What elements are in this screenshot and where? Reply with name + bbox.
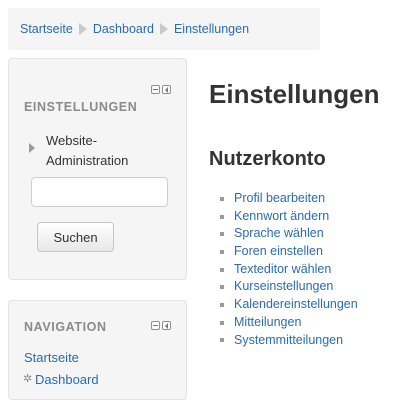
settings-block-title: EINSTELLUNGEN — [24, 100, 138, 114]
page-title: Einstellungen — [209, 79, 380, 109]
breadcrumb-separator-icon — [159, 23, 168, 35]
link-mitteilungen[interactable]: Mitteilungen — [234, 314, 301, 332]
link-kalendereinstellungen[interactable]: Kalendereinstellungen — [234, 296, 358, 314]
bullet-icon — [220, 196, 224, 201]
bullet-icon — [220, 232, 224, 237]
bullet-icon — [220, 214, 224, 219]
bullet-icon — [220, 249, 224, 254]
link-texteditor-waehlen[interactable]: Texteditor wählen — [234, 261, 331, 279]
breadcrumb-dashboard[interactable]: Dashboard — [93, 22, 154, 36]
navigation-block: NAVIGATION Startseite ✲ Dashboard — [8, 300, 187, 400]
section-title: Nutzerkonto — [209, 148, 326, 170]
search-button[interactable]: Suchen — [37, 222, 114, 252]
breadcrumb-separator-icon — [78, 23, 87, 35]
list-item: Profil bearbeiten — [220, 190, 358, 208]
nav-item-dashboard[interactable]: Dashboard — [35, 372, 99, 387]
bullet-icon — [220, 302, 224, 307]
link-kurseinstellungen[interactable]: Kurseinstellungen — [234, 278, 333, 296]
breadcrumb: Startseite Dashboard Einstellungen — [8, 8, 320, 50]
list-item: Kennwort ändern — [220, 208, 358, 226]
list-item: Foren einstellen — [220, 243, 358, 261]
dashboard-icon: ✲ — [23, 373, 33, 385]
link-systemmitteilungen[interactable]: Systemmitteilungen — [234, 332, 343, 350]
collapse-icon[interactable] — [151, 321, 160, 330]
list-item: Systemmitteilungen — [220, 332, 358, 350]
link-profil-bearbeiten[interactable]: Profil bearbeiten — [234, 190, 325, 208]
breadcrumb-einstellungen[interactable]: Einstellungen — [174, 22, 249, 36]
breadcrumb-startseite[interactable]: Startseite — [20, 22, 73, 36]
dock-icon[interactable] — [162, 85, 171, 94]
list-item: Sprache wählen — [220, 225, 358, 243]
list-item: Kurseinstellungen — [220, 278, 358, 296]
settings-block: EINSTELLUNGEN Website-Administration Suc… — [8, 58, 187, 280]
block-controls — [151, 321, 171, 330]
bullet-icon — [220, 338, 224, 343]
bullet-icon — [220, 267, 224, 272]
tree-item-website-administration[interactable]: Website-Administration — [46, 131, 176, 171]
navigation-block-title: NAVIGATION — [24, 320, 107, 334]
account-links-list: Profil bearbeiten Kennwort ändern Sprach… — [220, 190, 358, 349]
dock-icon[interactable] — [162, 321, 171, 330]
bullet-icon — [220, 285, 224, 290]
block-controls — [151, 85, 171, 94]
link-foren-einstellen[interactable]: Foren einstellen — [234, 243, 323, 261]
nav-item-startseite[interactable]: Startseite — [24, 350, 79, 365]
list-item: Mitteilungen — [220, 314, 358, 332]
list-item: Texteditor wählen — [220, 261, 358, 279]
bullet-icon — [220, 320, 224, 325]
link-sprache-waehlen[interactable]: Sprache wählen — [234, 225, 324, 243]
link-kennwort-aendern[interactable]: Kennwort ändern — [234, 208, 329, 226]
settings-search-input[interactable] — [31, 177, 168, 207]
collapse-icon[interactable] — [151, 85, 160, 94]
list-item: Kalendereinstellungen — [220, 296, 358, 314]
expand-arrow-icon[interactable] — [29, 143, 35, 153]
